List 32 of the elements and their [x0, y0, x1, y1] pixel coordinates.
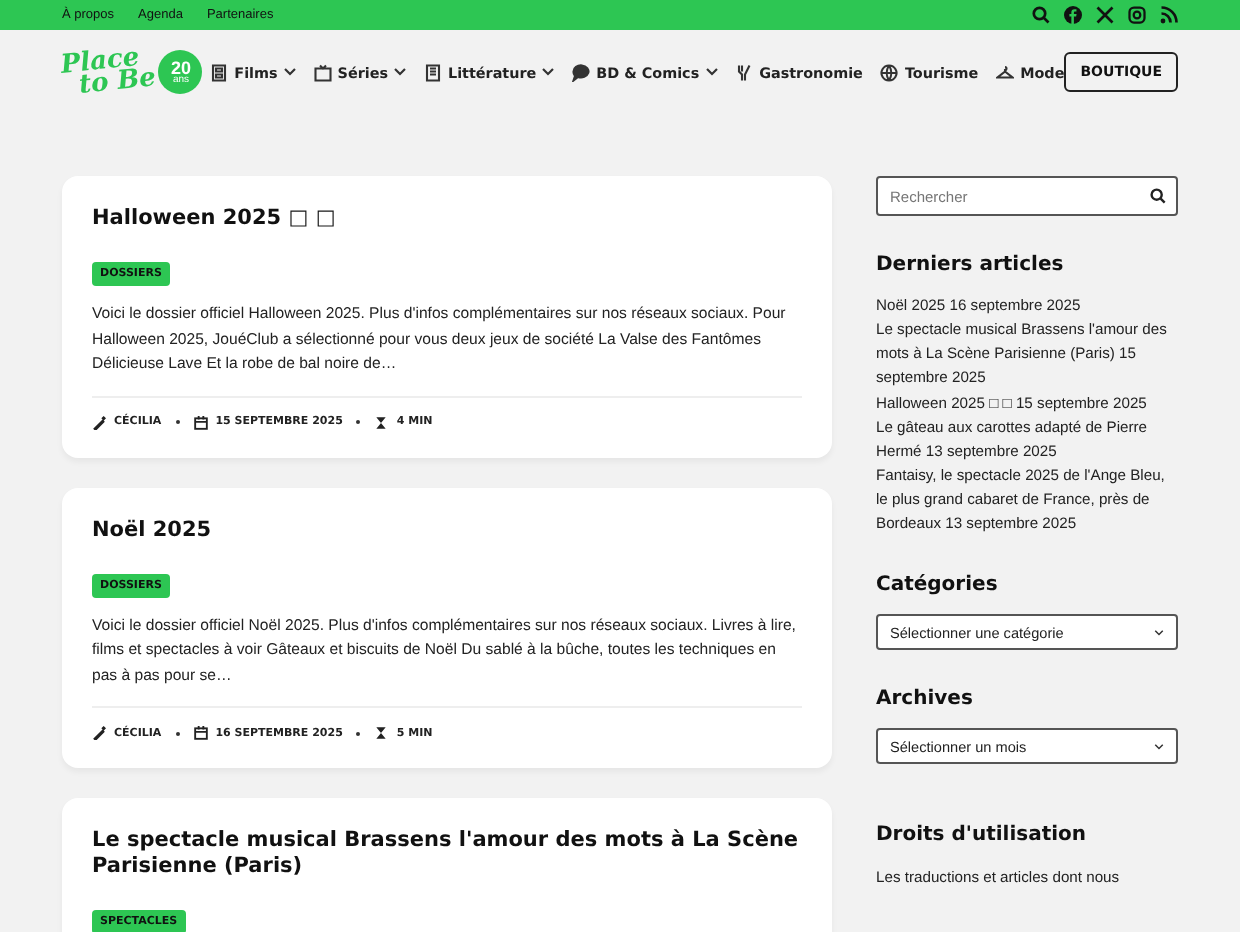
hanger-icon: [996, 63, 1015, 81]
globe-icon: [880, 63, 899, 81]
caret-icon: [1154, 743, 1164, 750]
calendar-icon: [193, 726, 208, 741]
instagram-icon[interactable]: [1128, 6, 1146, 24]
facebook-icon[interactable]: [1064, 6, 1082, 24]
caret-icon: [1154, 629, 1164, 636]
post-title[interactable]: Halloween 2025 □ □: [92, 206, 802, 233]
widget-title: Droits d'utilisation: [876, 824, 1089, 847]
film-icon: [210, 63, 229, 81]
speech-bubble-icon: [572, 63, 591, 81]
calendar-icon: [193, 415, 208, 430]
hourglass-icon: [374, 415, 389, 430]
cutlery-icon: [735, 63, 754, 81]
book-icon: [424, 63, 442, 81]
widget-title: Archives: [876, 688, 975, 711]
search-icon[interactable]: [1150, 188, 1166, 204]
post-title[interactable]: Noël 2025: [92, 517, 802, 544]
pen-icon: [92, 415, 106, 430]
separator-dot: [356, 731, 361, 736]
widget-title: Catégories: [876, 574, 1000, 597]
tv-icon: [313, 63, 332, 81]
rss-icon[interactable]: [1160, 6, 1178, 24]
separator-dot: [175, 731, 180, 736]
x-icon[interactable]: [1096, 6, 1114, 24]
search-icon[interactable]: [1032, 6, 1050, 24]
pen-icon: [92, 726, 106, 741]
hourglass-icon: [374, 726, 389, 741]
separator-dot: [356, 420, 361, 425]
separator-dot: [175, 420, 180, 425]
widget-title: Derniers articles: [876, 254, 1066, 276]
post-title[interactable]: Le spectacle musical Brassens l'amour des mots à La Scène Parisienne (Paris): [92, 828, 802, 881]
